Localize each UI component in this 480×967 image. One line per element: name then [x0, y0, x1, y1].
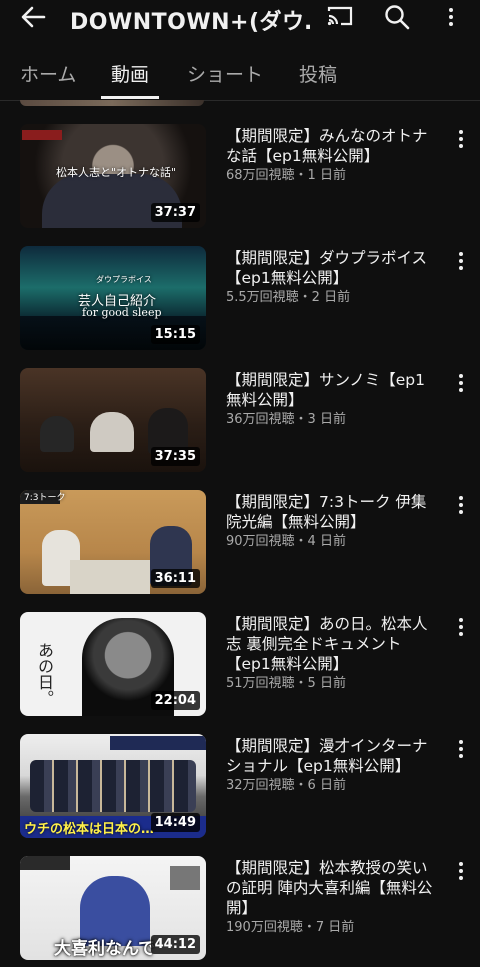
more-vert-icon[interactable] — [456, 130, 466, 148]
video-title: 【期間限定】みんなのオトナな話【ep1無料公開】 — [226, 127, 428, 165]
duration-badge: 14:49 — [150, 813, 200, 832]
tab-home[interactable]: ホーム — [20, 60, 76, 87]
duration-badge: 44:12 — [150, 935, 200, 954]
video-meta: 36万回視聴・3 日前 — [226, 412, 346, 427]
thumbnail-caption: 7:3トーク — [24, 493, 66, 503]
active-tab-indicator — [101, 96, 159, 99]
video-thumbnail[interactable]: 松本人志と"オトナな話" 37:37 — [20, 124, 206, 228]
cast-icon[interactable] — [326, 4, 354, 28]
video-thumbnail[interactable]: ダウプラボイス 芸人自己紹介 for good sleep 15:15 — [20, 246, 206, 350]
video-thumbnail[interactable]: 37:35 — [20, 368, 206, 472]
video-title: 【期間限定】サンノミ【ep1無料公開】 — [226, 371, 425, 409]
video-item[interactable]: ダウプラボイス 芸人自己紹介 for good sleep 15:15 【期間限… — [0, 246, 480, 356]
thumbnail-caption: ウチの松本は日本の… — [24, 822, 155, 837]
video-item[interactable]: 7:3トーク 36:11 【期間限定】7:3トーク 伊集院光編【無料公開】 90… — [0, 490, 480, 600]
video-meta: 32万回視聴・6 日前 — [226, 778, 346, 793]
back-arrow-icon[interactable] — [20, 6, 46, 28]
video-meta: 190万回視聴・7 日前 — [226, 920, 355, 935]
video-title: 【期間限定】松本教授の笑いの証明 陣内大喜利編【無料公開】 — [226, 859, 433, 917]
duration-badge: 36:11 — [150, 569, 200, 588]
video-meta: 68万回視聴・1 日前 — [226, 168, 346, 183]
video-title: 【期間限定】あの日。松本人志 裏側完全ドキュメント【ep1無料公開】 — [226, 615, 428, 673]
thumbnail-caption: ダウプラボイス — [96, 275, 152, 284]
more-vert-icon[interactable] — [456, 496, 466, 514]
video-meta: 51万回視聴・5 日前 — [226, 676, 346, 691]
video-title: 【期間限定】ダウプラボイス【ep1無料公開】 — [226, 249, 428, 287]
channel-tabs: ホーム 動画 ショート 投稿 — [0, 50, 480, 101]
duration-badge: 15:15 — [150, 325, 200, 344]
search-icon[interactable] — [384, 4, 410, 30]
video-thumbnail[interactable]: 大喜利なんで 44:12 — [20, 856, 206, 960]
video-meta: 5.5万回視聴・2 日前 — [226, 290, 351, 305]
top-app-bar: DOWNTOWN+(ダウ… — [0, 0, 480, 36]
video-thumbnail[interactable]: ウチの松本は日本の… 14:49 — [20, 734, 206, 838]
more-vert-icon[interactable] — [456, 862, 466, 880]
tab-videos[interactable]: 動画 — [111, 60, 149, 87]
video-item[interactable]: あの日。 22:04 【期間限定】あの日。松本人志 裏側完全ドキュメント【ep1… — [0, 612, 480, 722]
more-vert-icon[interactable] — [456, 374, 466, 392]
duration-badge: 37:37 — [150, 203, 200, 222]
channel-title: DOWNTOWN+(ダウ… — [70, 10, 310, 35]
video-meta: 90万回視聴・4 日前 — [226, 534, 346, 549]
video-item[interactable]: ウチの松本は日本の… 14:49 【期間限定】漫才インターナショナル【ep1無料… — [0, 734, 480, 844]
video-thumbnail[interactable]: あの日。 22:04 — [20, 612, 206, 716]
thumbnail-caption: あの日。 — [35, 642, 54, 706]
video-item[interactable]: 松本人志と"オトナな話" 37:37 【期間限定】みんなのオトナな話【ep1無料… — [0, 124, 480, 234]
video-title: 【期間限定】漫才インターナショナル【ep1無料公開】 — [226, 737, 428, 775]
video-item[interactable]: 37:35 【期間限定】サンノミ【ep1無料公開】 36万回視聴・3 日前 — [0, 368, 480, 478]
thumbnail-caption: 大喜利なんで — [54, 939, 156, 959]
thumbnail-caption: 松本人志と"オトナな話" — [56, 166, 177, 179]
video-thumbnail[interactable]: 7:3トーク 36:11 — [20, 490, 206, 594]
thumbnail-caption: for good sleep — [82, 306, 162, 319]
more-vert-icon[interactable] — [456, 618, 466, 636]
previous-video-thumbnail-edge[interactable] — [20, 100, 204, 106]
more-vert-icon[interactable] — [446, 8, 456, 26]
duration-badge: 22:04 — [150, 691, 200, 710]
tab-posts[interactable]: 投稿 — [299, 60, 337, 87]
video-title: 【期間限定】7:3トーク 伊集院光編【無料公開】 — [226, 493, 427, 531]
tab-shorts[interactable]: ショート — [187, 60, 263, 87]
more-vert-icon[interactable] — [456, 252, 466, 270]
video-item[interactable]: 大喜利なんで 44:12 【期間限定】松本教授の笑いの証明 陣内大喜利編【無料公… — [0, 856, 480, 966]
duration-badge: 37:35 — [150, 447, 200, 466]
more-vert-icon[interactable] — [456, 740, 466, 758]
